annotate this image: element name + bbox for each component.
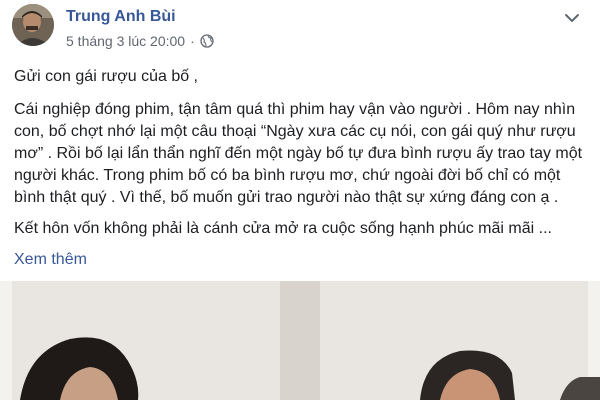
post-paragraph: Cái nghiệp đóng phim, tận tâm quá thì ph… [14,101,583,206]
facebook-post: Trung Anh Bùi 5 tháng 3 lúc 20:00 · Gửi … [0,0,600,400]
post-paragraph: Gửi con gái rượu của bố , [14,68,198,85]
chevron-down-icon[interactable] [558,8,586,28]
post-photo[interactable] [0,281,600,400]
post-meta: 5 tháng 3 lúc 20:00 · [66,33,214,49]
post-body: Gửi con gái rượu của bố , Cái nghiệp đón… [14,66,594,251]
post-header: Trung Anh Bùi 5 tháng 3 lúc 20:00 · [0,0,600,56]
globe-icon[interactable] [200,34,214,48]
avatar[interactable] [12,4,54,46]
post-timestamp[interactable]: 5 tháng 3 lúc 20:00 [66,33,185,49]
post-paragraph: Kết hôn vốn không phải là cánh cửa mở ra… [14,220,552,237]
author-name[interactable]: Trung Anh Bùi [66,8,176,26]
meta-separator: · [190,33,195,49]
see-more-link[interactable]: Xem thêm [14,251,87,269]
